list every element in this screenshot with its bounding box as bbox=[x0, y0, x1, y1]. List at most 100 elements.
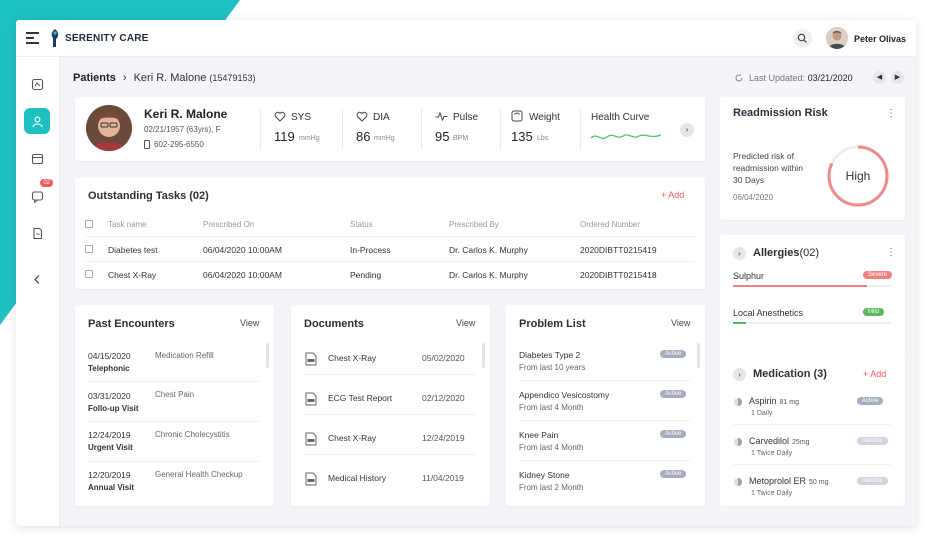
problems-title: Problem List bbox=[519, 318, 586, 330]
task-prescribed-by: Dr. Carlos K. Murphy bbox=[449, 245, 528, 255]
allergy-name: Local Anesthetics bbox=[733, 308, 804, 318]
task-ordered-number: 2020DIBTT0215419 bbox=[580, 245, 657, 255]
vital-pulse-value: 95 bbox=[435, 129, 450, 144]
nav-collapse[interactable] bbox=[24, 266, 50, 292]
select-all-checkbox[interactable] bbox=[85, 220, 93, 228]
medication-expand-button[interactable]: › bbox=[733, 368, 746, 381]
vital-weight-label: Weight bbox=[529, 112, 560, 123]
allergies-expand-button[interactable]: › bbox=[733, 247, 746, 260]
medication-name: Carvedilol bbox=[749, 436, 790, 446]
row-checkbox[interactable] bbox=[85, 245, 93, 253]
outstanding-tasks-card: Outstanding Tasks (02) + Add Task name P… bbox=[75, 178, 705, 289]
vital-sys-unit: mmHg bbox=[299, 135, 320, 142]
status-badge: Inactive bbox=[857, 437, 888, 445]
kebab-menu-icon[interactable]: ⋮ bbox=[886, 247, 896, 258]
encounter-reason: Medication Refill bbox=[155, 351, 214, 360]
problem-name: Appendico Vesicostomy bbox=[519, 390, 610, 400]
documents-title: Documents bbox=[304, 318, 364, 330]
status-badge: Active bbox=[660, 390, 687, 398]
allergy-name: Sulphur bbox=[733, 271, 765, 281]
heart-icon bbox=[274, 111, 286, 122]
encounter-reason: Chest Pain bbox=[155, 390, 195, 399]
past-encounters-card: Past Encounters View 04/15/2020 Telephon… bbox=[75, 305, 274, 506]
encounter-type: Follo-up Visit bbox=[88, 404, 139, 413]
allergy-severity-badge: Severe bbox=[863, 271, 893, 279]
status-badge: Active bbox=[660, 430, 687, 438]
user-name[interactable]: Peter Olivas bbox=[854, 34, 906, 44]
prev-button[interactable]: ◀ bbox=[873, 71, 886, 84]
nav-messages[interactable]: 02 bbox=[24, 179, 53, 209]
breadcrumb-root[interactable]: Patients bbox=[73, 72, 116, 84]
chevron-left-icon bbox=[33, 274, 39, 284]
row-checkbox[interactable] bbox=[85, 270, 93, 278]
documents-view-link[interactable]: View bbox=[456, 318, 475, 328]
health-curve-sparkline[interactable] bbox=[591, 129, 661, 143]
breadcrumb: Patients › Keri R. Malone (15479153) bbox=[73, 72, 255, 84]
pill-icon bbox=[734, 398, 742, 406]
vital-dia-label: DIA bbox=[373, 112, 390, 123]
vital-pulse-unit: BPM bbox=[453, 135, 469, 142]
add-task-button[interactable]: + Add bbox=[661, 190, 684, 200]
nav-patients[interactable] bbox=[24, 108, 50, 134]
user-avatar[interactable] bbox=[826, 27, 848, 49]
medication-dose: 81 mg bbox=[779, 399, 799, 406]
next-button[interactable]: ▶ bbox=[891, 71, 904, 84]
allergies-count: (02) bbox=[799, 247, 820, 259]
task-name: Diabetes test bbox=[108, 245, 158, 255]
scale-icon bbox=[511, 110, 523, 122]
nav-dashboard[interactable] bbox=[24, 71, 50, 97]
vital-weight-unit: Lbs bbox=[537, 135, 549, 142]
encounters-view-link[interactable]: View bbox=[240, 318, 259, 328]
nav-documents[interactable] bbox=[24, 220, 50, 246]
readmission-date: 06/04/2020 bbox=[733, 193, 774, 202]
last-updated-label: Last Updated: bbox=[749, 73, 806, 83]
chevron-right-icon: › bbox=[738, 249, 741, 258]
medication-frequency: 1 Twice Daily bbox=[751, 450, 793, 457]
document-name: Chest X-Ray bbox=[328, 353, 377, 363]
medication-title: Medication (3) bbox=[753, 368, 827, 380]
medication-frequency: 1 Daily bbox=[751, 410, 773, 417]
encounter-type: Annual Visit bbox=[88, 483, 135, 492]
problem-since: From last 2 Month bbox=[519, 483, 584, 492]
document-name: Medical History bbox=[328, 473, 387, 483]
search-button[interactable] bbox=[793, 29, 812, 48]
document-name: Chest X-Ray bbox=[328, 433, 377, 443]
user-icon bbox=[31, 116, 43, 127]
pill-icon bbox=[734, 478, 742, 486]
add-medication-button[interactable]: + Add bbox=[863, 369, 886, 379]
patient-card-next-button[interactable]: › bbox=[680, 123, 694, 137]
vital-weight-value: 135 bbox=[511, 129, 533, 144]
encounter-reason: General Health Checkup bbox=[155, 470, 243, 479]
side-nav: 02 bbox=[16, 57, 60, 526]
medication-dose: 50 mg bbox=[809, 479, 829, 486]
encounter-date: 04/15/2020 bbox=[88, 351, 131, 361]
encounters-scrollbar[interactable] bbox=[266, 343, 269, 368]
vital-sys-value: 119 bbox=[274, 129, 295, 144]
col-task-name: Task name bbox=[108, 220, 147, 229]
problem-since: From last 4 Month bbox=[519, 403, 584, 412]
vital-sys-label: SYS bbox=[291, 112, 312, 123]
user-avatar-image bbox=[826, 27, 848, 49]
nav-calendar[interactable] bbox=[24, 145, 50, 171]
medication-frequency: 1 Twice Daily bbox=[751, 490, 793, 497]
refresh-icon[interactable] bbox=[734, 73, 744, 83]
encounter-date: 03/31/2020 bbox=[88, 391, 131, 401]
encounter-date: 12/24/2019 bbox=[88, 430, 131, 440]
file-icon bbox=[305, 472, 317, 486]
documents-scrollbar[interactable] bbox=[482, 343, 485, 368]
col-prescribed-on: Prescribed On bbox=[203, 220, 255, 229]
logo-icon bbox=[51, 29, 59, 47]
problems-view-link[interactable]: View bbox=[671, 318, 690, 328]
problems-scrollbar[interactable] bbox=[697, 343, 700, 368]
document-name: ECG Test Report bbox=[328, 393, 393, 403]
medication-name-row: Aspirin 81 mg bbox=[749, 396, 799, 406]
chevron-right-icon: › bbox=[738, 370, 741, 379]
task-prescribed-on: 06/04/2020 10:00AM bbox=[203, 270, 282, 280]
allergies-card: › Allergies(02) ⋮ Sulphur Severe Local A… bbox=[720, 235, 905, 359]
patient-phone: 602-295-6550 bbox=[154, 140, 204, 149]
kebab-menu-icon[interactable]: ⋮ bbox=[886, 108, 896, 119]
patient-dob: 02/21/1957 (63yrs), F bbox=[144, 125, 221, 134]
document-date: 12/24/2019 bbox=[422, 433, 465, 443]
message-count-badge: 02 bbox=[40, 179, 53, 187]
menu-icon[interactable] bbox=[26, 32, 39, 47]
